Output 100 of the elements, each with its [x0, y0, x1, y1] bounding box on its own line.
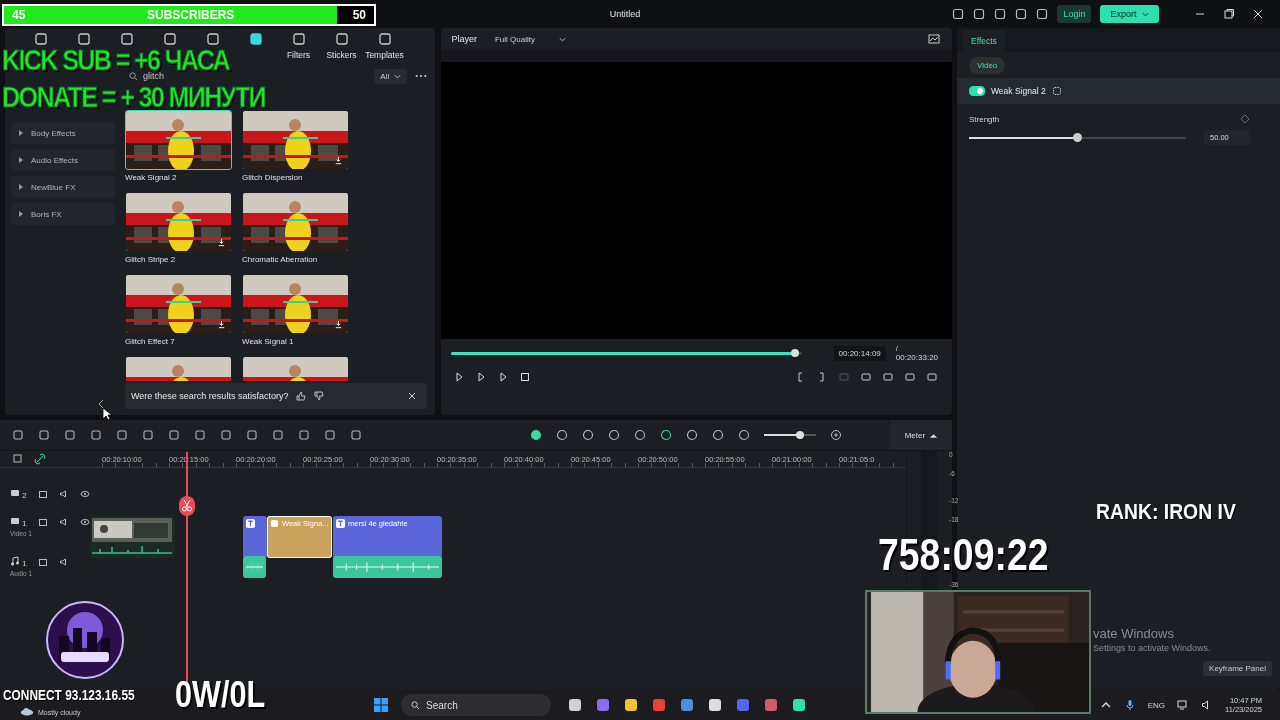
caret-icon	[930, 432, 938, 438]
editor-icon[interactable]	[791, 697, 808, 713]
more-icon[interactable]	[415, 74, 428, 78]
search-icon	[129, 71, 138, 81]
download-icon[interactable]	[217, 238, 226, 247]
track-number: 2	[22, 491, 27, 500]
effect-card[interactable]: Glitch Dispersion	[242, 110, 359, 188]
link-icon[interactable]	[34, 453, 46, 465]
parameter-label: Strength	[969, 114, 1000, 124]
expand-icon	[19, 184, 23, 190]
audio-clip[interactable]	[333, 556, 442, 578]
expand-icon	[19, 157, 23, 163]
caret-icon	[394, 73, 402, 79]
server-address: CONNECT 93.123.16.55	[3, 687, 135, 703]
text-clip[interactable]	[243, 516, 267, 558]
eye-icon[interactable]	[79, 489, 90, 499]
total-time: / 00:20:33:20	[895, 344, 940, 362]
activation-notice: Settings to activate Windows.	[1093, 643, 1212, 653]
zoom-thumb[interactable]	[796, 431, 805, 439]
search-field[interactable]: Search	[401, 694, 552, 716]
export-button[interactable]: Export	[1100, 5, 1159, 23]
thumbs-up-icon[interactable]	[296, 391, 307, 401]
filter-dropdown[interactable]: All	[374, 68, 408, 84]
close-icon[interactable]	[1252, 8, 1264, 20]
promo-text: DONATE = + 30 МИНУТИ	[2, 83, 265, 110]
rank-text: RANK: IRON IV	[1096, 499, 1236, 525]
track-number: 1	[22, 519, 27, 528]
add-track-icon[interactable]	[12, 453, 24, 465]
effect-name: Weak Signal 2	[125, 173, 178, 182]
effect-name: Chromatic Aberration	[242, 255, 319, 264]
effect-toggle[interactable]	[969, 86, 985, 96]
meter-dropdown[interactable]: Meter	[890, 420, 952, 450]
strength-slider[interactable]	[969, 136, 1186, 139]
download-icon[interactable]	[334, 320, 343, 329]
media-tab[interactable]: Stickers	[320, 32, 363, 60]
effects-tab[interactable]: Effects	[963, 30, 1005, 52]
feedback-question: Were these search results satisfactory?	[131, 391, 289, 401]
video-clip[interactable]	[90, 516, 175, 558]
image-icon[interactable]	[928, 33, 940, 45]
media-tab[interactable]: Filters	[277, 32, 320, 60]
search-icon	[411, 700, 421, 710]
snap-icon[interactable]	[660, 429, 672, 441]
countdown-timer: 758:09:22	[878, 530, 1049, 580]
subscriber-count: 45	[12, 8, 26, 22]
progress-thumb[interactable]	[790, 348, 799, 357]
category-item[interactable]: Boris FX	[11, 203, 115, 225]
restore-icon[interactable]	[1223, 8, 1235, 20]
audio-clip[interactable]	[243, 556, 266, 578]
download-icon[interactable]	[334, 156, 343, 165]
effect-card[interactable]: Glitch Stripe 2	[125, 192, 242, 270]
thumbs-down-icon[interactable]	[314, 391, 325, 401]
effect-title: Weak Signal 2	[991, 86, 1046, 96]
folder-icon[interactable]	[37, 557, 48, 567]
scissors-icon[interactable]	[179, 496, 195, 516]
app-icon[interactable]	[763, 697, 780, 713]
ai-icon[interactable]	[530, 429, 542, 441]
video-tab[interactable]: Video	[969, 56, 1006, 74]
download-icon[interactable]	[217, 320, 226, 329]
speaker-icon[interactable]	[58, 489, 69, 499]
film-icon	[10, 516, 20, 526]
eye-icon[interactable]	[79, 517, 90, 527]
category-item[interactable]: NewBlue FX	[11, 176, 115, 198]
speaker-icon[interactable]	[58, 517, 69, 527]
caret-icon	[1142, 12, 1149, 18]
search-field[interactable]: glitch	[125, 71, 164, 81]
music-note-icon	[10, 556, 20, 566]
browser-icon[interactable]	[651, 697, 668, 713]
zoom-in-icon[interactable]	[830, 429, 842, 441]
effect-card[interactable]: Glitch Effect 7	[125, 274, 242, 352]
store-icon[interactable]	[679, 697, 696, 713]
waveform-drawing	[246, 561, 263, 573]
task-view-icon[interactable]	[567, 697, 584, 713]
expand-icon	[19, 130, 23, 136]
media-tab[interactable]: Templates	[363, 32, 406, 60]
effect-name: Glitch Stripe 2	[125, 255, 177, 264]
activation-notice: vate Windows	[1093, 626, 1175, 641]
current-time: 00:20:14:09	[833, 345, 886, 361]
effect-card[interactable]: Weak Signal 1	[242, 274, 359, 352]
category-item[interactable]: Audio Effects	[11, 149, 115, 171]
speaker-icon[interactable]	[58, 557, 69, 567]
slider-thumb[interactable]	[1072, 132, 1082, 142]
close-icon[interactable]	[407, 391, 418, 401]
language-indicator[interactable]: ENG	[1147, 700, 1166, 710]
windows-icon[interactable]	[373, 697, 390, 713]
chat-icon[interactable]	[735, 697, 752, 713]
login-button[interactable]: Login	[1057, 5, 1092, 23]
folder-icon[interactable]	[37, 489, 48, 499]
category-item[interactable]: Body Effects	[11, 122, 115, 144]
network-icon[interactable]	[1177, 699, 1190, 711]
track-number: 1	[22, 559, 27, 568]
recorder-icon[interactable]	[707, 697, 724, 713]
copilot-icon[interactable]	[595, 697, 612, 713]
keyframe-icon[interactable]	[1240, 114, 1250, 124]
effect-card[interactable]: Chromatic Aberration	[242, 192, 359, 270]
quality-dropdown[interactable]: Full Quality	[489, 33, 573, 45]
stop-icon[interactable]	[519, 371, 532, 383]
folder-icon[interactable]	[623, 697, 640, 713]
film-icon	[10, 488, 20, 498]
folder-icon[interactable]	[37, 517, 48, 527]
keyframe-panel-button[interactable]: Keyframe Panel	[1203, 661, 1272, 676]
